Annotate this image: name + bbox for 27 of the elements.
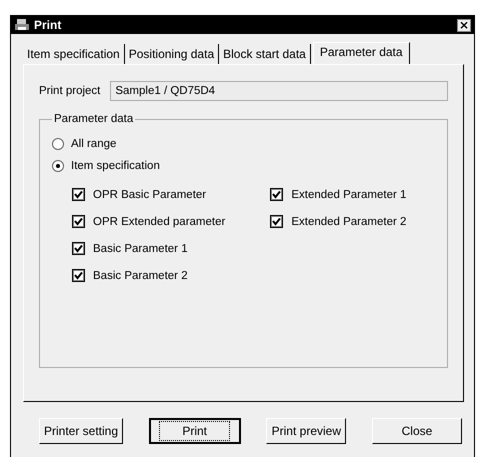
tab[interactable]: Parameter data: [312, 42, 410, 64]
radio-label: Item specification: [71, 160, 160, 172]
checkbox-option[interactable]: Basic Parameter 2: [72, 262, 226, 289]
dialog-button[interactable]: Print: [148, 418, 241, 444]
print-project-field[interactable]: Sample1 / QD75D4: [110, 81, 448, 101]
checkbox-option[interactable]: OPR Basic Parameter: [72, 181, 226, 208]
checkbox-label: Basic Parameter 1: [93, 242, 188, 254]
window-title: Print: [34, 18, 62, 32]
checkbox-option[interactable]: Basic Parameter 1: [72, 235, 226, 262]
dialog-button[interactable]: Close: [372, 418, 462, 444]
checkbox-option[interactable]: Extended Parameter 1: [270, 181, 406, 208]
group-title: Parameter data: [53, 113, 134, 125]
print-project-label: Print project: [39, 85, 100, 97]
radio-option[interactable]: Item specification: [52, 155, 437, 177]
checkbox-option[interactable]: Extended Parameter 2: [270, 208, 406, 235]
close-button[interactable]: ×: [457, 18, 471, 32]
checkbox-option[interactable]: OPR Extended parameter: [72, 208, 226, 235]
printer-icon: [14, 18, 30, 32]
dialog-button[interactable]: Printer setting: [39, 418, 124, 444]
checkbox-label: OPR Basic Parameter: [93, 188, 206, 200]
checkbox-label: OPR Extended parameter: [93, 216, 226, 228]
radio-label: All range: [71, 138, 116, 150]
radio-option[interactable]: All range: [52, 133, 437, 155]
dialog-button[interactable]: Print preview: [266, 418, 346, 444]
checkbox-label: Basic Parameter 2: [93, 270, 188, 282]
checkbox-label: Extended Parameter 1: [291, 188, 406, 200]
checkbox-label: Extended Parameter 2: [291, 216, 406, 228]
